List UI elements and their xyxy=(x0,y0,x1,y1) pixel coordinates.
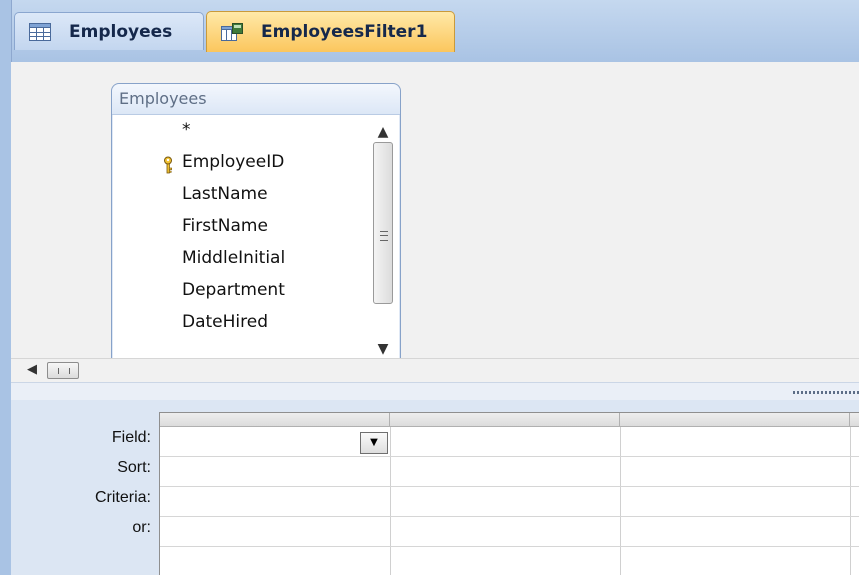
pane-splitter[interactable] xyxy=(11,382,859,402)
field-item-employeeid[interactable]: EmployeeID xyxy=(112,146,360,178)
field-item-firstname[interactable]: FirstName xyxy=(112,210,360,242)
column-divider xyxy=(850,427,851,575)
table-icon xyxy=(29,22,51,41)
query-icon xyxy=(221,23,243,41)
field-item-datehired[interactable]: DateHired xyxy=(112,306,360,338)
table-design-area[interactable]: Employees * EmployeeID LastName FirstNam… xyxy=(11,62,859,359)
row-label-field: Field: xyxy=(111,429,151,446)
field-list-items: * EmployeeID LastName FirstName MiddleIn… xyxy=(112,114,360,338)
grip-icon xyxy=(380,231,388,241)
column-selector-1[interactable] xyxy=(160,413,390,427)
field-name: EmployeeID xyxy=(182,152,285,172)
row-divider xyxy=(160,486,859,487)
row-label-criteria: Criteria: xyxy=(94,489,151,506)
column-selector-2[interactable] xyxy=(390,413,620,427)
grid-row-labels: Field: Sort: Criteria: or: xyxy=(11,400,159,575)
field-item-middleinitial[interactable]: MiddleInitial xyxy=(112,242,360,274)
field-item-lastname[interactable]: LastName xyxy=(112,178,360,210)
tab-label: Employees xyxy=(69,21,173,42)
splitter-grip-icon[interactable] xyxy=(793,391,859,394)
tab-employeesfilter1[interactable]: EmployeesFilter1 xyxy=(206,11,455,52)
field-name: FirstName xyxy=(182,216,268,236)
primary-key-icon xyxy=(162,153,174,174)
design-horizontal-scrollbar[interactable]: ◀ xyxy=(11,358,859,383)
field-name: Department xyxy=(182,280,285,300)
tab-employees[interactable]: Employees xyxy=(14,12,204,50)
row-divider xyxy=(160,516,859,517)
field-name: DateHired xyxy=(182,312,269,332)
horizontal-scroll-thumb[interactable] xyxy=(47,362,79,379)
column-divider xyxy=(390,427,391,575)
field-item-all[interactable]: * xyxy=(112,114,360,146)
query-design-grid-area: Field: Sort: Criteria: or: ▼ xyxy=(11,400,859,575)
tab-label: EmployeesFilter1 xyxy=(261,22,428,42)
employees-field-list[interactable]: Employees * EmployeeID LastName FirstNam… xyxy=(111,83,401,359)
field-name: * xyxy=(182,120,191,140)
query-design-window: Employees EmployeesFilter1 Employees * E… xyxy=(0,0,859,575)
row-label-or: or: xyxy=(132,519,151,536)
row-label-sort: Sort: xyxy=(117,459,151,476)
field-list-scrollbar[interactable]: ▲ ▼ xyxy=(371,122,395,359)
field-list-title[interactable]: Employees xyxy=(112,84,400,115)
column-divider xyxy=(620,427,621,575)
field-name: LastName xyxy=(182,184,268,204)
field-name: MiddleInitial xyxy=(182,248,286,268)
column-selector-3[interactable] xyxy=(620,413,850,427)
field-dropdown-button[interactable]: ▼ xyxy=(360,432,388,454)
chevron-down-icon: ▼ xyxy=(370,437,378,448)
scroll-thumb[interactable] xyxy=(373,142,393,304)
field-item-department[interactable]: Department xyxy=(112,274,360,306)
row-divider xyxy=(160,546,859,547)
document-tab-strip: Employees EmployeesFilter1 xyxy=(0,0,859,63)
query-grid[interactable]: ▼ xyxy=(159,412,859,575)
row-divider xyxy=(160,456,859,457)
column-selector-4[interactable] xyxy=(850,413,859,427)
scroll-left-arrow-icon[interactable]: ◀ xyxy=(27,362,37,377)
scroll-down-arrow-icon[interactable]: ▼ xyxy=(371,339,395,359)
scroll-up-arrow-icon[interactable]: ▲ xyxy=(371,122,395,142)
